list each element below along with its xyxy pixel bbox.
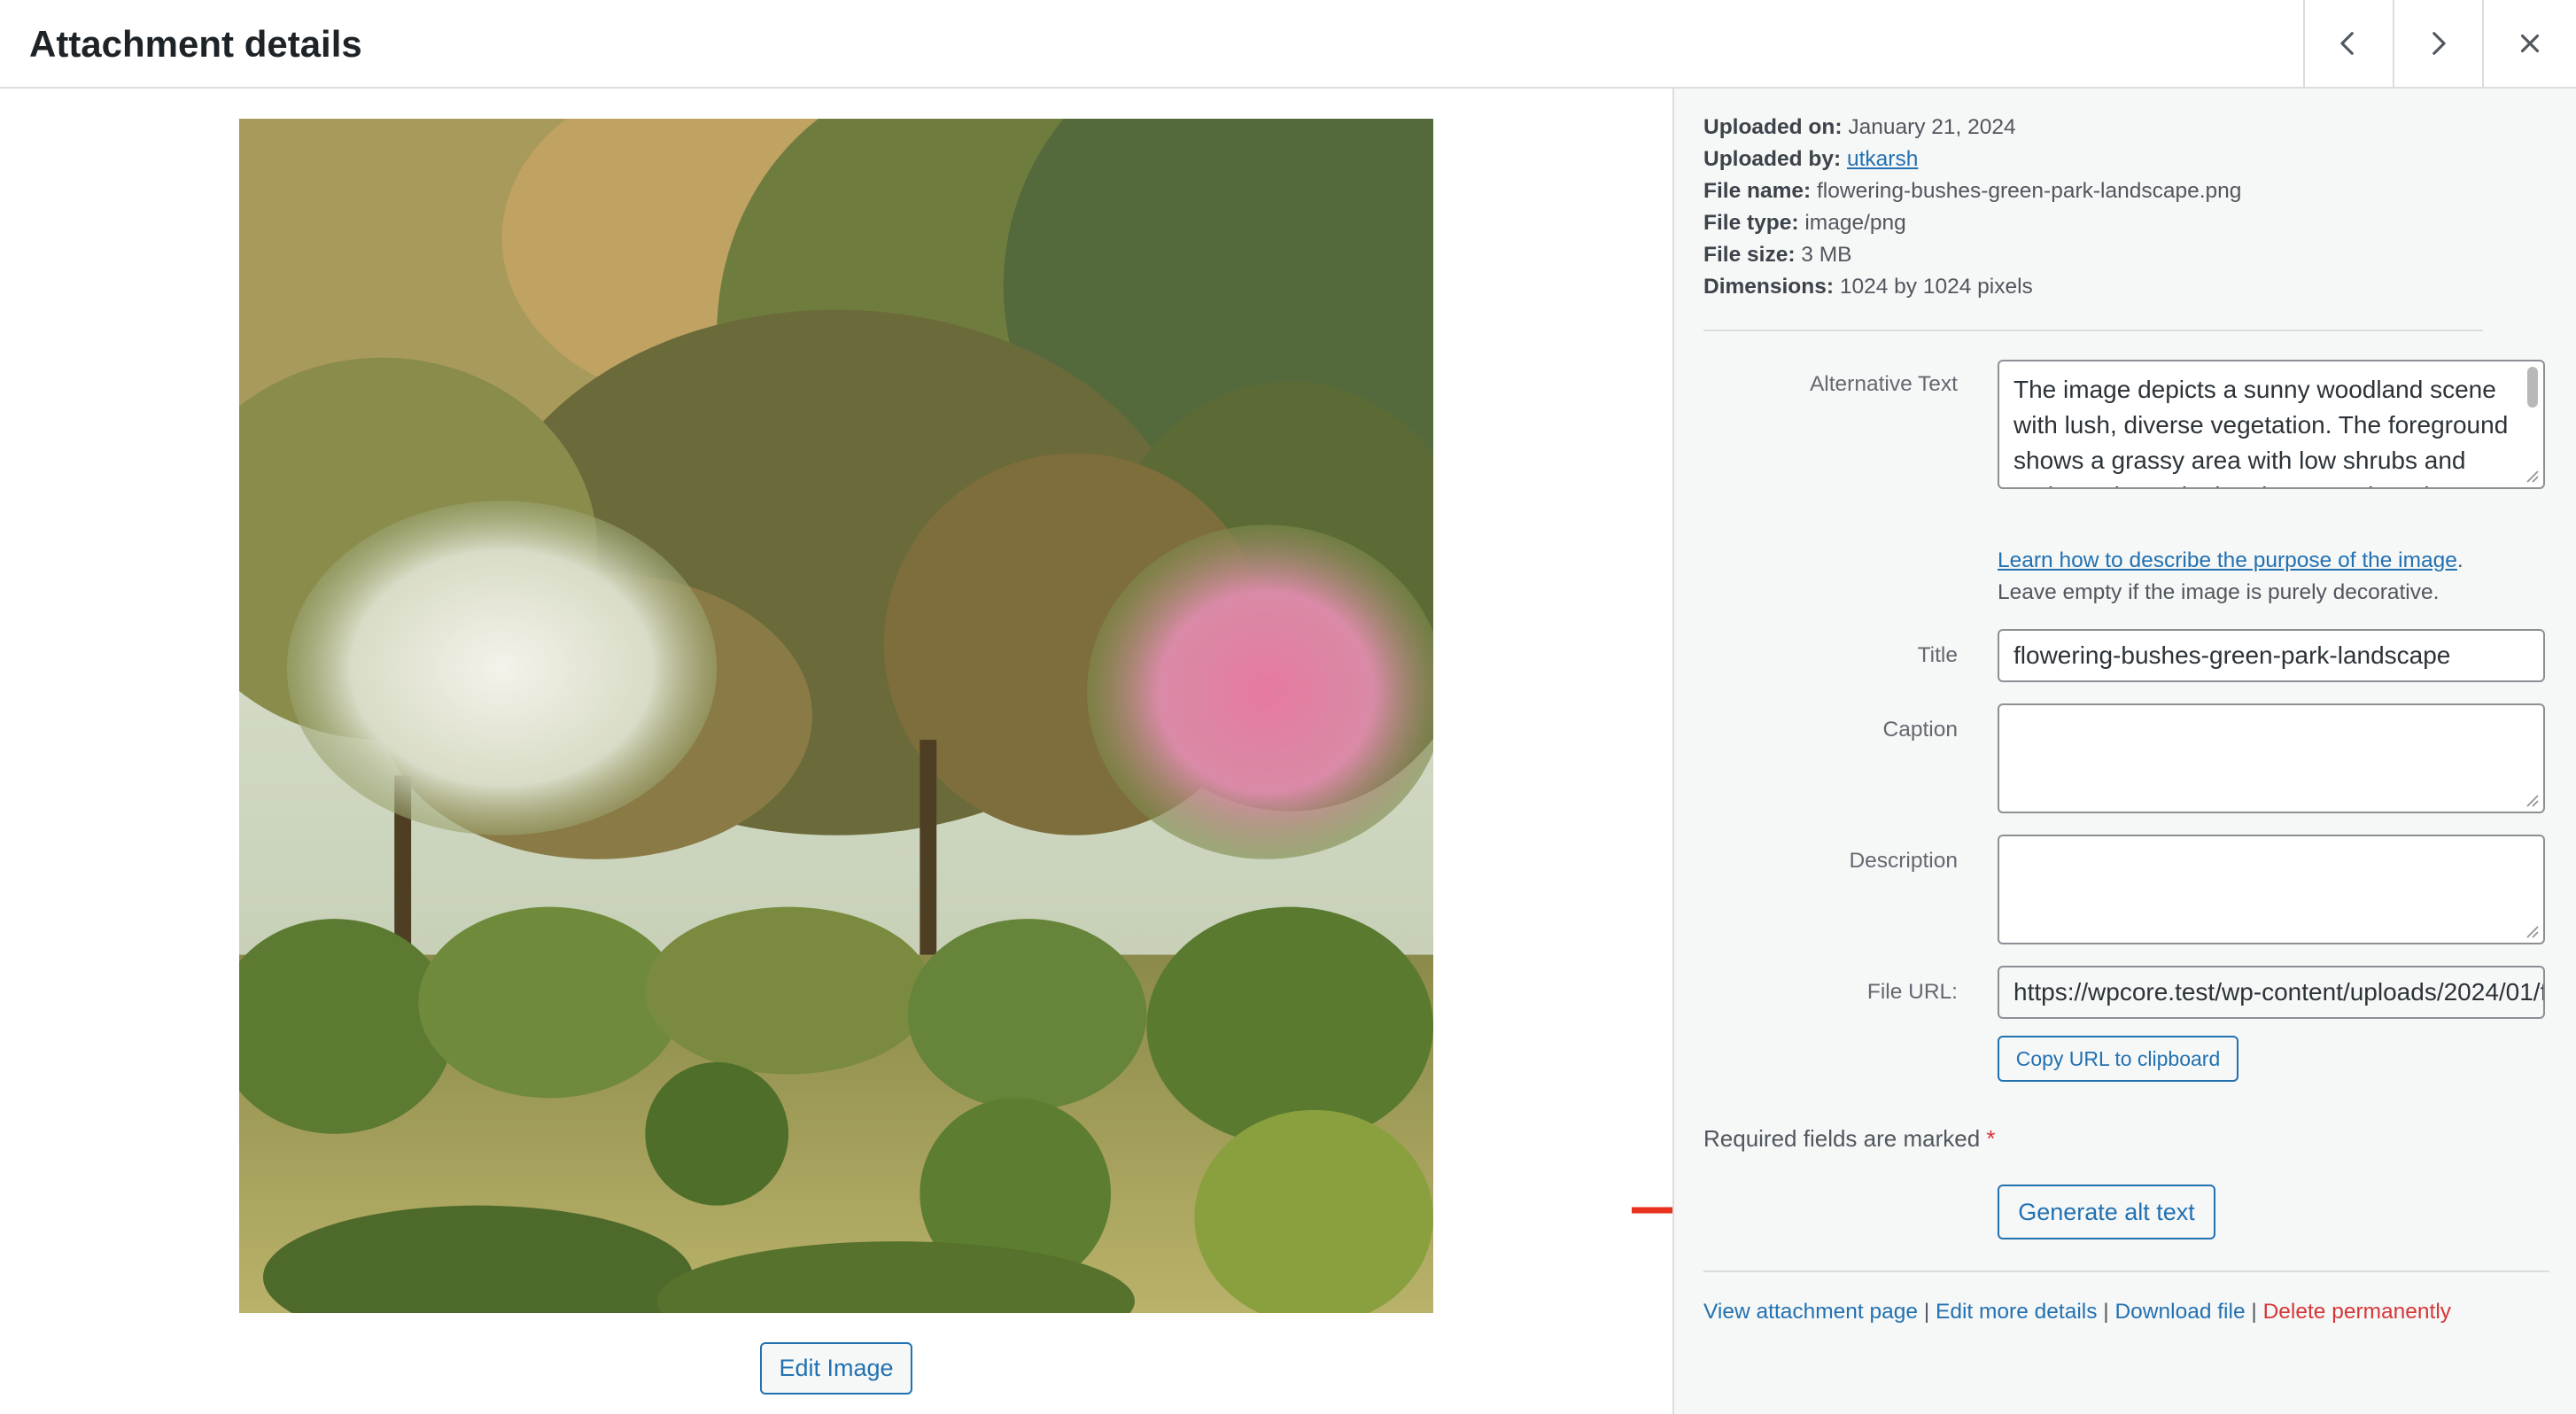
file-type: File type: image/png xyxy=(1703,211,1906,235)
copy-url-button[interactable]: Copy URL to clipboard xyxy=(1998,1036,2238,1082)
media-preview: Edit Image xyxy=(0,89,1672,1414)
close-icon xyxy=(2520,34,2540,53)
uploader-link[interactable]: utkarsh xyxy=(1847,147,1918,171)
chevron-left-icon xyxy=(2340,32,2354,55)
caption-textarea[interactable] xyxy=(1998,703,2545,813)
modal-header: Attachment details xyxy=(0,0,2576,89)
learn-alt-text-link[interactable]: Learn how to describe the purpose of the… xyxy=(1998,548,2457,572)
file-info: Uploaded on: January 21, 2024 Uploaded b… xyxy=(1703,112,2241,303)
description-label: Description xyxy=(1849,849,1958,873)
description-textarea[interactable] xyxy=(1998,835,2545,944)
edit-image-button[interactable]: Edit Image xyxy=(760,1342,912,1395)
file-url-label: File URL: xyxy=(1866,980,1958,1004)
file-size: File size: 3 MB xyxy=(1703,243,1852,267)
alt-text-label: Alternative Text xyxy=(1809,372,1958,396)
file-url-input[interactable]: https://wpcore.test/wp-content/uploads/2… xyxy=(1998,966,2545,1019)
attachment-details-panel: Uploaded on: January 21, 2024 Uploaded b… xyxy=(1672,89,2576,1414)
divider xyxy=(1703,330,2483,331)
file-name: File name: flowering-bushes-green-park-l… xyxy=(1703,179,2242,203)
next-button[interactable] xyxy=(2393,0,2481,87)
resize-handle-icon[interactable] xyxy=(2524,923,2540,939)
title-input[interactable]: flowering-bushes-green-park-landscape xyxy=(1998,629,2545,682)
required-fields-note: Required fields are marked * xyxy=(1703,1125,1996,1152)
resize-handle-icon[interactable] xyxy=(2524,792,2540,808)
dimensions: Dimensions: 1024 by 1024 pixels xyxy=(1703,275,2033,299)
attachment-image xyxy=(239,119,1433,1313)
attachment-actions: View attachment page | Edit more details… xyxy=(1703,1300,2452,1324)
download-file-link[interactable]: Download file xyxy=(2114,1300,2245,1324)
previous-button[interactable] xyxy=(2303,0,2392,87)
edit-details-link[interactable]: Edit more details xyxy=(1936,1300,2097,1324)
uploaded-by: Uploaded by: utkarsh xyxy=(1703,147,1919,171)
alt-text-help: Learn how to describe the purpose of the… xyxy=(1998,548,2463,604)
title-label: Title xyxy=(1917,643,1958,667)
chevron-right-icon xyxy=(2432,32,2446,55)
scrollbar[interactable] xyxy=(2527,367,2538,408)
resize-handle-icon[interactable] xyxy=(2524,468,2540,484)
view-attachment-link[interactable]: View attachment page xyxy=(1703,1300,1918,1324)
caption-label: Caption xyxy=(1882,718,1958,742)
close-button[interactable] xyxy=(2482,0,2576,87)
divider xyxy=(1703,1270,2549,1272)
generate-alt-text-button[interactable]: Generate alt text xyxy=(1998,1185,2215,1239)
delete-permanently-link[interactable]: Delete permanently xyxy=(2263,1300,2451,1324)
alt-text-textarea[interactable]: The image depicts a sunny woodland scene… xyxy=(1998,360,2545,489)
uploaded-on: Uploaded on: January 21, 2024 xyxy=(1703,115,2016,139)
modal-title: Attachment details xyxy=(29,23,362,65)
